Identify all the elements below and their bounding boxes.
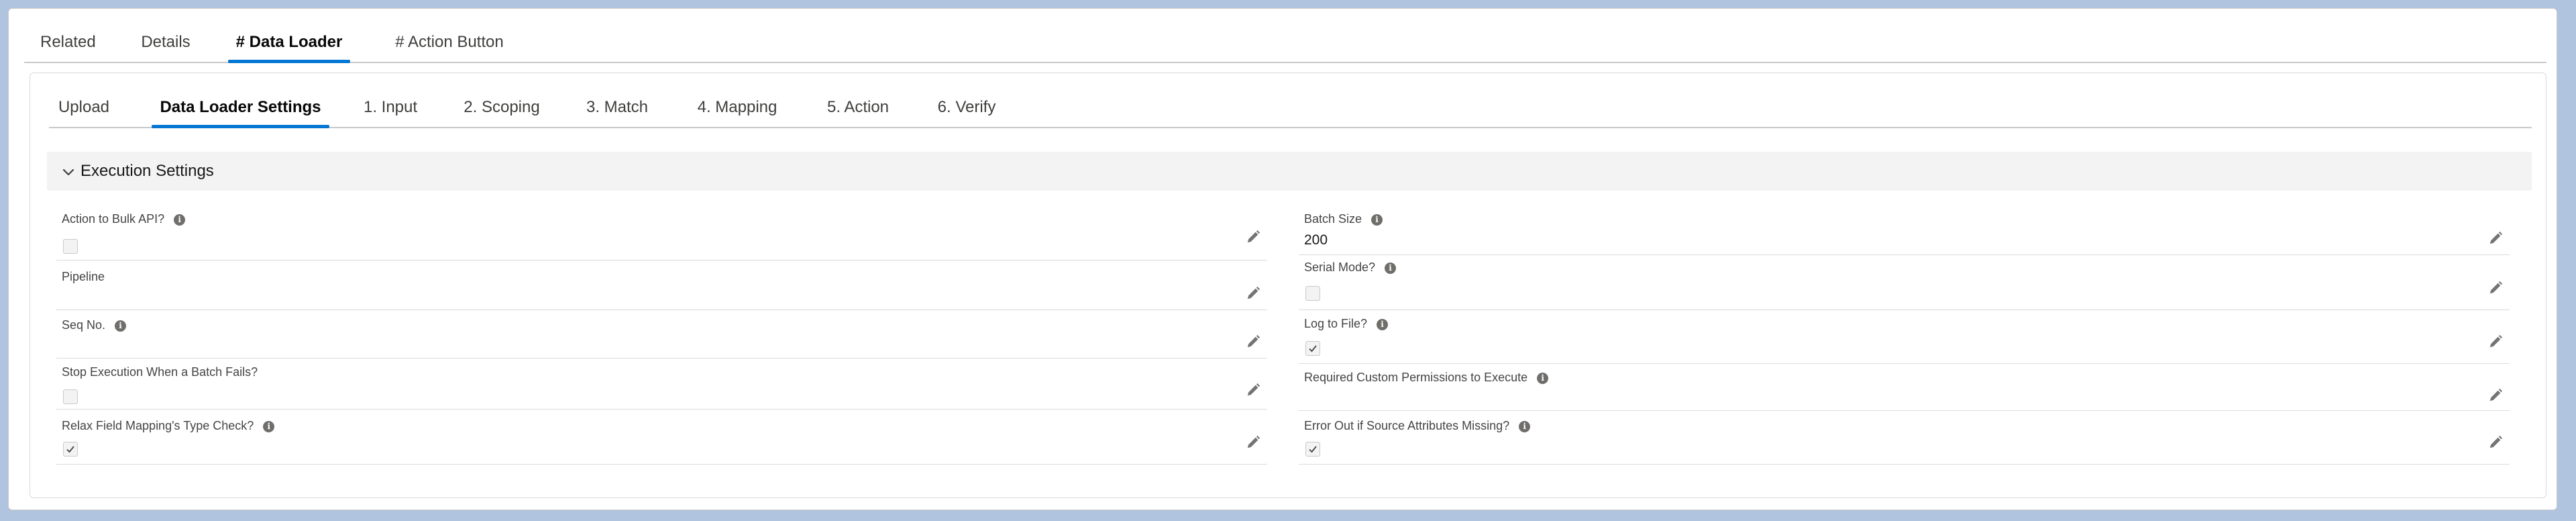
- field-label: Error Out if Source Attributes Missing? i: [1304, 419, 1531, 433]
- field-label: Stop Execution When a Batch Fails?: [62, 365, 258, 379]
- field-label: Seq No. i: [62, 318, 127, 332]
- field-label: Relax Field Mapping's Type Check? i: [62, 419, 275, 433]
- info-icon[interactable]: i: [1385, 263, 1397, 274]
- info-icon[interactable]: i: [115, 320, 127, 332]
- execution-settings-section-header[interactable]: Execution Settings: [47, 152, 2532, 191]
- field-batch-size: Batch Size i 200: [1299, 207, 2510, 255]
- tab-related[interactable]: Related: [40, 23, 96, 62]
- inner-tab-bar: Upload Data Loader Settings 1. Input 2. …: [49, 88, 2532, 128]
- checkmark-icon: [1309, 345, 1317, 352]
- field-label: Serial Mode? i: [1304, 260, 1397, 275]
- field-serial-mode: Serial Mode? i: [1299, 255, 2510, 310]
- pencil-icon[interactable]: [2488, 334, 2503, 349]
- pencil-icon[interactable]: [1246, 334, 1260, 349]
- info-icon[interactable]: i: [1377, 319, 1389, 330]
- field-error-out-if-missing: Error Out if Source Attributes Missing? i: [1299, 411, 2510, 465]
- tab-details[interactable]: Details: [140, 23, 192, 62]
- tab-scoping[interactable]: 2. Scoping: [463, 88, 541, 127]
- field-seq-no: Seq No. i: [56, 310, 1267, 359]
- tab-match[interactable]: 3. Match: [585, 88, 649, 127]
- error-out-checkbox: [1305, 442, 1320, 457]
- field-log-to-file: Log to File? i: [1299, 310, 2510, 364]
- info-icon[interactable]: i: [1371, 214, 1383, 226]
- pencil-icon[interactable]: [2488, 388, 2503, 403]
- tab-action[interactable]: 5. Action: [825, 88, 891, 127]
- tab-action-button[interactable]: # Action Button: [390, 23, 509, 62]
- tab-verify[interactable]: 6. Verify: [936, 88, 998, 127]
- checkmark-icon: [66, 446, 74, 453]
- pencil-icon[interactable]: [1246, 435, 1260, 450]
- batch-size-value: 200: [1304, 232, 1328, 248]
- checkmark-icon: [1309, 446, 1317, 453]
- tab-mapping[interactable]: 4. Mapping: [696, 88, 779, 127]
- field-label: Pipeline: [62, 270, 105, 283]
- info-icon[interactable]: i: [174, 214, 186, 226]
- log-to-file-checkbox: [1305, 341, 1320, 356]
- tab-input[interactable]: 1. Input: [361, 88, 420, 127]
- pencil-icon[interactable]: [1246, 383, 1260, 397]
- field-label: Required Custom Permissions to Execute i: [1304, 371, 1549, 385]
- tab-data-loader-settings[interactable]: Data Loader Settings: [152, 88, 329, 128]
- field-label: Log to File? i: [1304, 317, 1389, 331]
- info-icon[interactable]: i: [1537, 373, 1549, 384]
- info-icon[interactable]: i: [263, 421, 275, 432]
- section-title: Execution Settings: [80, 162, 214, 180]
- tab-data-loader[interactable]: # Data Loader: [228, 23, 350, 63]
- top-tab-bar: Related Details # Data Loader # Action B…: [24, 23, 2546, 63]
- pencil-icon[interactable]: [2488, 281, 2503, 295]
- field-required-custom-permissions: Required Custom Permissions to Execute i: [1299, 364, 2510, 411]
- field-action-to-bulk-api: Action to Bulk API? i: [56, 207, 1267, 260]
- pencil-icon[interactable]: [1246, 286, 1260, 301]
- pencil-icon[interactable]: [2488, 435, 2503, 450]
- chevron-down-icon: [62, 169, 74, 176]
- field-relax-field-mapping: Relax Field Mapping's Type Check? i: [56, 410, 1267, 465]
- pencil-icon[interactable]: [2488, 231, 2503, 246]
- tab-upload[interactable]: Upload: [57, 88, 111, 127]
- field-pipeline: Pipeline: [56, 260, 1267, 310]
- field-label: Batch Size i: [1304, 212, 1383, 226]
- serial-mode-checkbox: [1305, 286, 1320, 301]
- stop-execution-checkbox: [63, 389, 78, 404]
- info-icon[interactable]: i: [1519, 421, 1531, 432]
- field-label: Action to Bulk API? i: [62, 212, 186, 226]
- field-stop-execution: Stop Execution When a Batch Fails?: [56, 359, 1267, 410]
- bulk-api-checkbox: [63, 239, 78, 254]
- pencil-icon[interactable]: [1246, 230, 1260, 244]
- relax-mapping-checkbox: [63, 442, 78, 457]
